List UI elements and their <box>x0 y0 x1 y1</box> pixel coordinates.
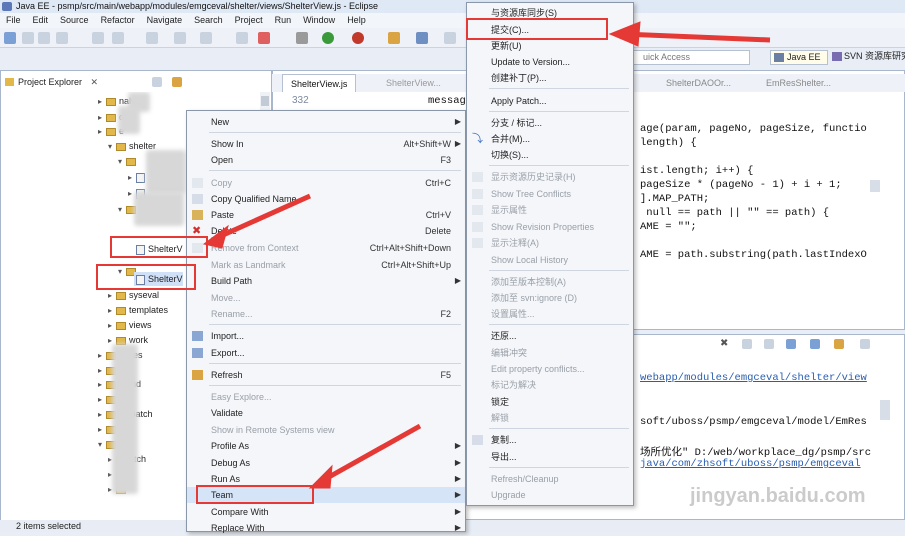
arrow-to-commit <box>623 31 771 43</box>
annotation-arrows <box>202 21 771 489</box>
arrow-head <box>608 21 641 47</box>
arrow-to-shelterview <box>210 193 312 243</box>
arrow-head <box>308 464 333 489</box>
arrow-head <box>202 224 229 249</box>
arrow-to-team <box>318 423 422 485</box>
